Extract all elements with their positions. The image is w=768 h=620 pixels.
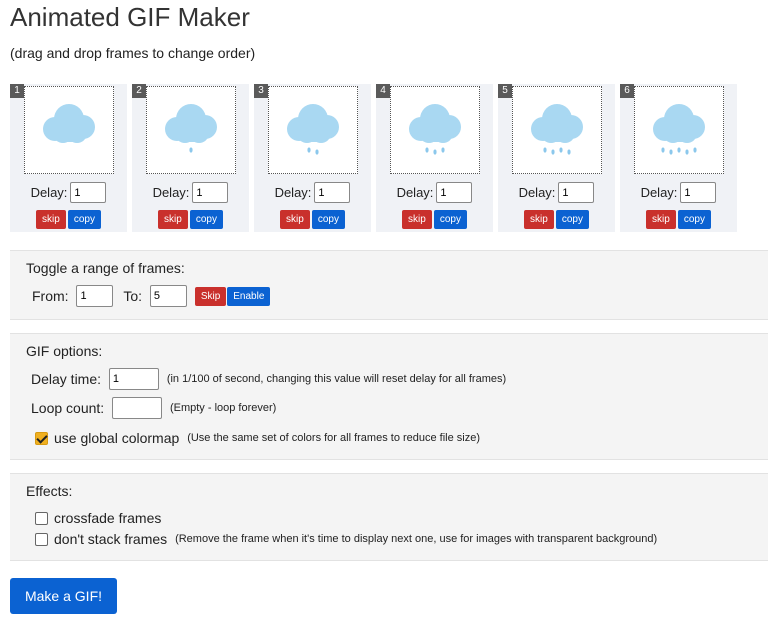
delay-input[interactable] [314, 182, 351, 203]
range-skip-button[interactable]: Skip [194, 286, 227, 306]
frame-card[interactable]: 4 Delay: skipcopy [376, 84, 493, 232]
frames-strip: 1 Delay: skipcopy 2 Delay: skipcopy 3 De… [10, 84, 740, 232]
frame-thumbnail[interactable] [512, 86, 602, 174]
frame-card[interactable]: 2 Delay: skipcopy [132, 84, 249, 232]
global-colormap-checkbox[interactable] [35, 431, 48, 445]
frame-number: 2 [132, 84, 146, 98]
frame-card[interactable]: 3 Delay: skipcopy [254, 84, 371, 232]
frame-number: 1 [10, 84, 24, 98]
delay-label: Delay: [518, 185, 556, 200]
dont-stack-label: don't stack frames [54, 531, 168, 548]
delay-label: Delay: [152, 185, 190, 200]
delay-label: Delay: [640, 185, 678, 200]
global-colormap-label: use global colormap [54, 430, 180, 447]
delay-input[interactable] [680, 182, 717, 203]
skip-button[interactable]: skip [280, 210, 310, 229]
effects-panel: Effects: crossfade frames don't stack fr… [10, 473, 768, 561]
gif-options-title: GIF options: [26, 343, 103, 359]
skip-button[interactable]: skip [524, 210, 554, 229]
frame-thumbnail[interactable] [24, 86, 114, 174]
effects-title: Effects: [26, 483, 73, 499]
frame-thumbnail[interactable] [146, 86, 236, 174]
crossfade-label: crossfade frames [54, 510, 162, 527]
cloud-icon [165, 104, 217, 153]
skip-button[interactable]: skip [158, 210, 188, 229]
gif-options-panel: GIF options: Delay time: (in 1/100 of se… [10, 333, 768, 460]
cloud-icon [653, 104, 705, 155]
copy-button[interactable]: copy [189, 210, 223, 229]
page-title: Animated GIF Maker [10, 2, 250, 32]
loop-count-input[interactable] [112, 397, 163, 419]
copy-button[interactable]: copy [677, 210, 711, 229]
from-input[interactable] [76, 285, 114, 307]
toggle-range-title: Toggle a range of frames: [26, 260, 185, 276]
delay-time-label: Delay time: [31, 371, 102, 387]
frame-number: 6 [620, 84, 634, 98]
skip-button[interactable]: skip [646, 210, 676, 229]
delay-label: Delay: [396, 185, 434, 200]
make-gif-button[interactable]: Make a GIF! [10, 578, 117, 614]
copy-button[interactable]: copy [433, 210, 467, 229]
subtitle: (drag and drop frames to change order) [10, 45, 256, 61]
cloud-icon [409, 104, 461, 155]
delay-input[interactable] [558, 182, 595, 203]
skip-button[interactable]: skip [36, 210, 66, 229]
to-label: To: [123, 288, 143, 304]
dont-stack-hint: (Remove the frame when it's time to disp… [175, 533, 658, 546]
copy-button[interactable]: copy [67, 210, 101, 229]
dont-stack-checkbox[interactable] [35, 532, 48, 546]
cloud-icon [43, 104, 95, 143]
to-input[interactable] [149, 285, 187, 307]
loop-count-label: Loop count: [31, 400, 105, 416]
loop-count-hint: (Empty - loop forever) [169, 402, 277, 414]
crossfade-checkbox[interactable] [35, 511, 48, 525]
delay-label: Delay: [30, 185, 68, 200]
frame-card[interactable]: 5 Delay: skipcopy [498, 84, 615, 232]
copy-button[interactable]: copy [555, 210, 589, 229]
delay-time-input[interactable] [108, 368, 159, 390]
frame-thumbnail[interactable] [268, 86, 358, 174]
global-colormap-hint: (Use the same set of colors for all fram… [187, 432, 481, 445]
toggle-range-panel: Toggle a range of frames: From: To: Skip… [10, 250, 768, 320]
delay-input[interactable] [70, 182, 107, 203]
frame-number: 4 [376, 84, 390, 98]
frame-card[interactable]: 6 Delay: skipcopy [620, 84, 737, 232]
delay-input[interactable] [436, 182, 473, 203]
delay-input[interactable] [192, 182, 229, 203]
frame-thumbnail[interactable] [390, 86, 480, 174]
delay-time-hint: (in 1/100 of second, changing this value… [166, 373, 507, 385]
from-label: From: [32, 288, 69, 304]
cloud-icon [287, 104, 339, 155]
delay-label: Delay: [274, 185, 312, 200]
frame-number: 3 [254, 84, 268, 98]
frame-number: 5 [498, 84, 512, 98]
frame-card[interactable]: 1 Delay: skipcopy [10, 84, 127, 232]
skip-button[interactable]: skip [402, 210, 432, 229]
copy-button[interactable]: copy [311, 210, 345, 229]
range-enable-button[interactable]: Enable [227, 286, 271, 306]
frame-thumbnail[interactable] [634, 86, 724, 174]
cloud-icon [531, 104, 583, 155]
